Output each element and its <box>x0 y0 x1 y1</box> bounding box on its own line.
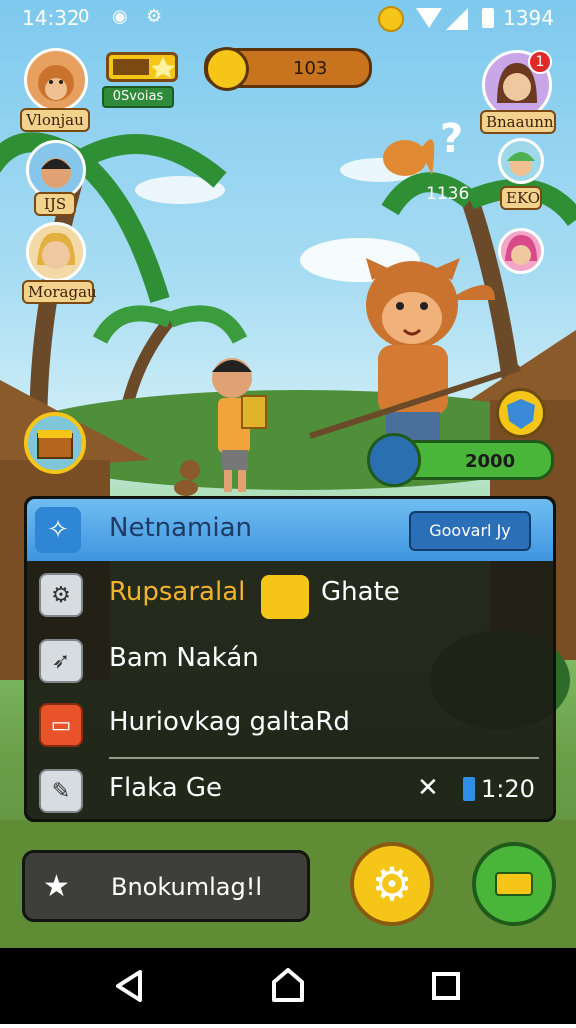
gear-icon: ⚙ <box>39 573 83 617</box>
friend-avatar-right-2[interactable] <box>498 138 544 184</box>
game-scene: 14:32 0 ◉ ⚙ 1394 Vlonjau IJS Moragau 0Sv… <box>0 0 576 948</box>
friend-name-1: Vlonjau <box>20 108 90 132</box>
bookmark-button-label: Bnokumlag!l <box>111 873 263 901</box>
map-button[interactable] <box>472 842 556 926</box>
nav-icons <box>116 968 460 1002</box>
wifi-icon <box>416 8 442 28</box>
boy-avatar-icon <box>41 158 71 188</box>
sparkle-icon: ✕ <box>417 773 439 803</box>
bookmark-button[interactable]: ★ Bnokumlag!l <box>22 850 310 922</box>
level-ribbon: 0Svoias <box>102 86 174 108</box>
star-outline-icon: ★ <box>43 869 70 904</box>
friend-name-right-1: Bnaaunn <box>480 110 556 134</box>
row-1-extra: Ghate <box>321 577 400 607</box>
coin-value: 103 <box>293 58 328 79</box>
smiley-coin-icon <box>205 47 249 91</box>
circle-o-icon: ◉ <box>112 6 128 27</box>
row-1-label: Rupsaralal <box>109 577 246 607</box>
recents-icon <box>432 972 460 1000</box>
game-icon: ▭ <box>39 703 83 747</box>
quest-mark[interactable]: ? <box>440 116 463 162</box>
row-4-meta: 1:20 <box>481 775 535 803</box>
compass-icon: ✧ <box>35 507 81 553</box>
friend-avatar-right-3[interactable] <box>498 228 544 274</box>
panel-row-1[interactable]: ⚙ Rupsaralal Ghate <box>27 563 553 627</box>
girl-avatar-icon <box>37 232 75 269</box>
quest-counter: 1136 <box>426 184 470 204</box>
status-right-text: 1394 <box>503 6 554 30</box>
navigation-bar <box>0 948 576 1024</box>
gear-icon: ⚙ <box>371 857 413 911</box>
settings-gear-button[interactable]: ⚙ <box>350 842 434 926</box>
status-time: 14:32 <box>22 6 80 30</box>
friend-avatar-1[interactable] <box>24 48 88 112</box>
score-value: 2000 <box>465 451 516 472</box>
chest-icon <box>37 430 73 459</box>
signal-icon <box>446 8 468 30</box>
globe-icon <box>367 433 421 487</box>
back-icon <box>116 970 142 1002</box>
friend-avatar-3[interactable] <box>26 222 86 282</box>
home-icon <box>272 968 304 1002</box>
quest-panel: ✧ Netnamian Goovarl Jy ⚙ Rupsaralal Ghat… <box>24 496 556 822</box>
battery-icon <box>482 8 494 28</box>
row-4-label: Flaka Ge <box>109 773 223 803</box>
shield-button[interactable] <box>496 388 546 438</box>
row-2-label: Bam Nakán <box>109 643 259 673</box>
level-chip[interactable] <box>106 52 178 82</box>
panel-row-2[interactable]: ➶ Bam Nakán <box>27 629 553 693</box>
ticket-icon <box>495 872 533 896</box>
panel-row-4[interactable]: ✎ Flaka Ge ✕ 1:20 <box>27 759 553 823</box>
kid-cap-avatar-icon <box>507 152 535 176</box>
wrench-icon: ✎ <box>39 769 83 813</box>
map-icon <box>261 575 309 619</box>
chest-button[interactable] <box>24 412 86 474</box>
friend-name-3: Moragau <box>22 280 97 304</box>
friend-name-right-2: EKO <box>500 186 542 210</box>
panel-title: Netnamian <box>109 513 253 543</box>
coin-icon <box>378 6 404 32</box>
panel-header: ✧ Netnamian Goovarl Jy <box>27 499 553 561</box>
coin-counter[interactable]: 103 <box>204 47 372 91</box>
clock-digit: 0 <box>78 6 90 27</box>
panel-row-3[interactable]: ▭ Huriovkag galtaRd <box>27 693 553 757</box>
panel-header-button[interactable]: Goovarl Jy <box>409 511 531 551</box>
battery-blue-icon <box>463 777 475 801</box>
girl-pink-avatar-icon <box>505 235 537 265</box>
shield-icon <box>507 399 535 429</box>
star-icon <box>113 57 175 78</box>
friend-avatar-2[interactable] <box>26 140 86 200</box>
score-pill[interactable]: 2000 <box>367 433 554 487</box>
fox-avatar-icon <box>38 65 74 101</box>
rocket-icon: ➶ <box>39 639 83 683</box>
friend-name-2: IJS <box>34 192 76 216</box>
status-bar: 14:32 0 ◉ ⚙ 1394 <box>0 0 576 36</box>
settings-icon: ⚙ <box>146 6 163 27</box>
notification-badge: 1 <box>528 50 552 74</box>
row-3-label: Huriovkag galtaRd <box>109 707 350 737</box>
